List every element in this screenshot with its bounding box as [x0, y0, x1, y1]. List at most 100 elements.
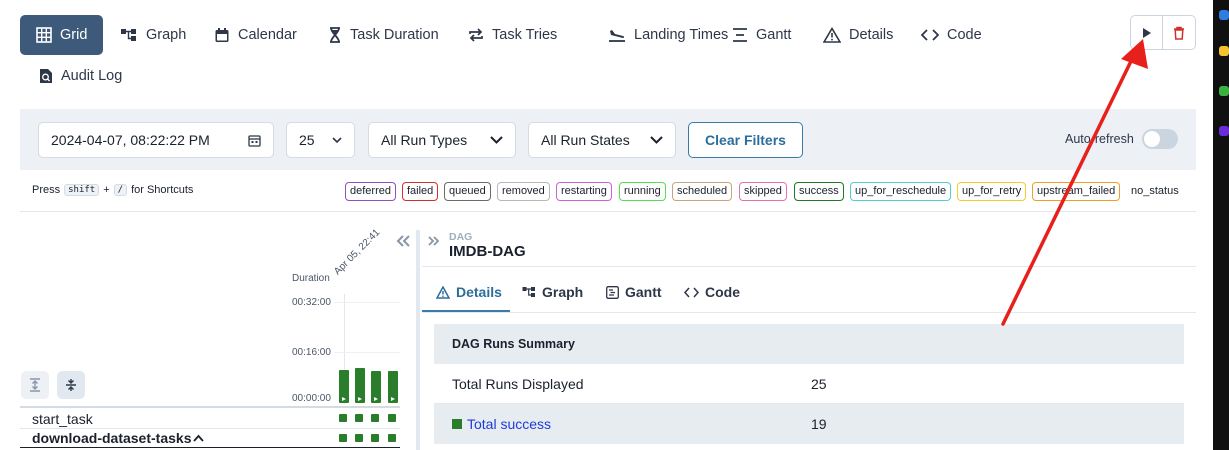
dag-run-duration-bar[interactable] [339, 370, 349, 403]
dag-run-duration-bar[interactable] [355, 368, 365, 403]
duration-label: Duration [292, 273, 330, 284]
task-instance-cell[interactable] [371, 414, 379, 422]
legend-chip-deferred[interactable]: deferred [345, 182, 396, 201]
task-row-label[interactable]: start_task [32, 411, 93, 427]
tab-gantt[interactable]: Gantt [724, 15, 799, 55]
run-type-play-icon [374, 397, 378, 401]
legend-chip-restarting[interactable]: restarting [556, 182, 612, 201]
tab-task-duration[interactable]: Task Duration [320, 15, 447, 55]
task-instance-cell[interactable] [339, 434, 347, 442]
grid-icon [36, 27, 52, 43]
shortcut-hint: Press shift + / for Shortcuts [32, 184, 193, 196]
num-runs-value: 25 [299, 132, 315, 148]
tick-gridline [334, 302, 400, 303]
tab-calendar[interactable]: Calendar [206, 15, 305, 55]
tab-audit-log[interactable]: Audit Log [31, 56, 130, 96]
summary-row-label: Total Runs Displayed [452, 376, 584, 392]
chevron-down-icon [332, 136, 342, 143]
task-instance-cell[interactable] [355, 414, 363, 422]
legend-chip-queued[interactable]: queued [444, 182, 491, 201]
shortcut-suffix-text: for Shortcuts [131, 184, 194, 196]
collapse-all-button[interactable] [57, 371, 85, 399]
tab-grid[interactable]: Grid [20, 15, 104, 55]
task-instance-cell[interactable] [388, 434, 396, 442]
total-success-link[interactable]: Total success [467, 416, 551, 432]
task-group-label: download-dataset-tasks [32, 430, 192, 446]
num-runs-select[interactable]: 25 [286, 122, 355, 158]
shortcut-key-slash: / [113, 184, 128, 196]
details-tab-code[interactable]: Code [684, 284, 740, 300]
legend-chip-failed[interactable]: failed [402, 182, 439, 201]
expand-details-icon[interactable] [428, 236, 440, 246]
desktop-edge [1213, 0, 1229, 450]
repeat-icon [469, 28, 483, 42]
summary-row-value: 19 [811, 416, 827, 432]
expand-vertical-icon [30, 378, 40, 392]
summary-title: DAG Runs Summary [452, 337, 575, 351]
calendar-icon [215, 28, 229, 42]
shortcut-key-shift: shift [64, 184, 100, 196]
tab-details-label: Details [849, 27, 894, 43]
tab-details[interactable]: Details [815, 15, 901, 55]
shortcut-plus: + [103, 184, 110, 196]
task-instance-cell[interactable] [355, 434, 363, 442]
details-tab-graph[interactable]: Graph [522, 284, 583, 300]
details-tab-details-label: Details [456, 284, 502, 300]
tab-graph[interactable]: Graph [112, 15, 194, 55]
run-type-value: All Run Types [381, 132, 468, 148]
delete-dag-button[interactable] [1163, 16, 1195, 49]
tab-grid-label: Grid [60, 27, 88, 43]
run-type-select[interactable]: All Run Types [368, 122, 516, 158]
collapse-grid-icon[interactable] [396, 235, 410, 247]
warning-triangle-icon [823, 27, 841, 43]
code-icon [684, 287, 699, 297]
tab-task-tries[interactable]: Task Tries [460, 15, 565, 55]
run-type-play-icon [342, 397, 346, 401]
task-instance-cell[interactable] [371, 434, 379, 442]
graph-icon [522, 287, 535, 297]
task-instance-cell[interactable] [388, 414, 396, 422]
dag-id-title: IMDB-DAG [449, 243, 526, 260]
tab-code[interactable]: Code [913, 15, 990, 55]
expand-all-button[interactable] [21, 371, 49, 399]
gantt-icon [606, 285, 619, 299]
tab-code-label: Code [947, 27, 982, 43]
details-tab-gantt[interactable]: Gantt [606, 284, 662, 300]
tab-landing-times[interactable]: Landing Times [600, 15, 736, 55]
run-type-play-icon [391, 397, 395, 401]
task-row-divider [20, 447, 400, 448]
legend-chip-skipped[interactable]: skipped [739, 182, 787, 201]
legend-chip-scheduled[interactable]: scheduled [672, 182, 733, 201]
clear-filters-button[interactable]: Clear Filters [688, 122, 803, 158]
dag-run-duration-bar[interactable] [388, 371, 398, 403]
app-dock-icon [1219, 10, 1229, 20]
graph-icon [121, 29, 136, 41]
base-date-input[interactable]: 2024-04-07, 08:22:22 PM [38, 122, 274, 158]
pane-resize-handle[interactable] [416, 230, 420, 450]
details-tab-details[interactable]: Details [436, 284, 502, 300]
dag-run-duration-bar[interactable] [371, 371, 381, 403]
run-state-select[interactable]: All Run States [528, 122, 676, 158]
plane-landing-icon [609, 30, 625, 42]
audit-log-icon [40, 69, 52, 83]
chevron-up-icon[interactable] [193, 434, 205, 442]
legend-chip-up-for-reschedule[interactable]: up_for_reschedule [850, 182, 952, 201]
app-dock-icon [1219, 46, 1229, 56]
run-type-play-icon [358, 397, 362, 401]
task-group-row[interactable]: download-dataset-tasks [32, 430, 205, 446]
duration-tick: 00:32:00 [292, 297, 331, 308]
tab-gantt-label: Gantt [756, 27, 792, 43]
legend-chip-removed[interactable]: removed [497, 182, 550, 201]
details-tab-code-label: Code [705, 284, 740, 300]
grid-header-divider [20, 406, 400, 408]
task-instance-cell[interactable] [339, 414, 347, 422]
tab-calendar-label: Calendar [238, 27, 297, 43]
success-swatch [452, 419, 462, 429]
legend-chip-success[interactable]: success [794, 182, 844, 201]
calendar-picker-icon[interactable] [248, 134, 261, 147]
summary-row-value: 25 [811, 376, 827, 392]
chevron-down-icon [650, 136, 663, 144]
hourglass-icon [330, 27, 340, 43]
legend-chip-running[interactable]: running [619, 182, 666, 201]
shortcut-press-text: Press [32, 184, 61, 196]
